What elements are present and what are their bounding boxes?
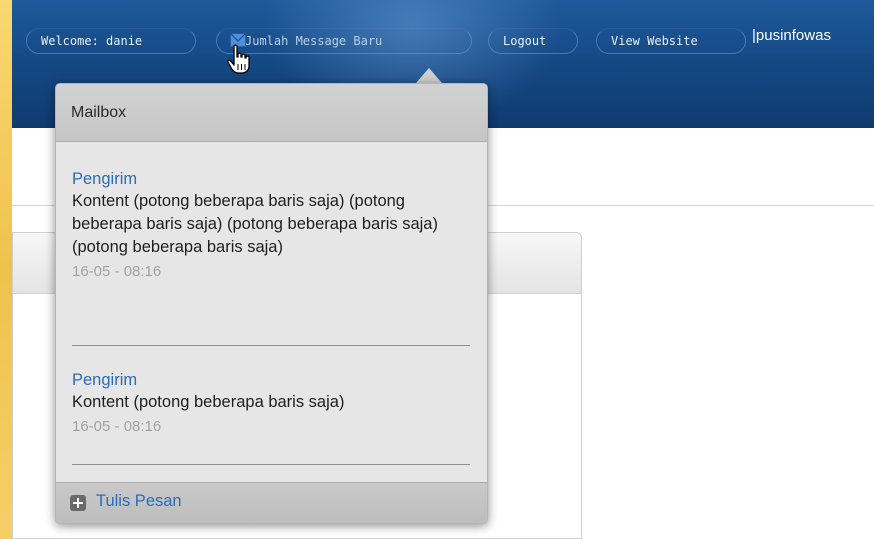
left-background-strip	[0, 0, 12, 539]
hand-cursor-icon	[227, 44, 250, 74]
new-messages-button[interactable]: Jumlah Message Baru	[216, 28, 472, 54]
mailbox-dropdown: Mailbox Pengirim Kontent (potong beberap…	[55, 83, 488, 524]
message-sender[interactable]: Pengirim	[72, 168, 470, 190]
view-website-button[interactable]: View Website	[596, 28, 746, 54]
message-separator	[72, 345, 470, 346]
plus-icon[interactable]	[70, 495, 86, 511]
message-item[interactable]: Pengirim Kontent (potong beberapa baris …	[72, 369, 470, 438]
welcome-user-link[interactable]: Welcome: danie	[26, 28, 196, 54]
message-item[interactable]: Pengirim Kontent (potong beberapa baris …	[72, 168, 470, 283]
mailbox-title: Mailbox	[56, 84, 487, 142]
message-content: Kontent (potong beberapa baris saja)	[72, 393, 345, 411]
message-content: Kontent (potong beberapa baris saja) (po…	[72, 192, 438, 256]
message-sender[interactable]: Pengirim	[72, 369, 470, 391]
mailbox-footer: Tulis Pesan	[56, 482, 487, 523]
compose-message-link[interactable]: Tulis Pesan	[96, 492, 182, 511]
logout-button[interactable]: Logout	[488, 28, 578, 54]
dropdown-pointer	[416, 68, 442, 83]
message-timestamp: 16-05 - 08:16	[72, 418, 162, 435]
message-separator	[72, 464, 470, 465]
message-timestamp: 16-05 - 08:16	[72, 263, 162, 280]
site-name: |pusinfowas	[752, 27, 831, 44]
